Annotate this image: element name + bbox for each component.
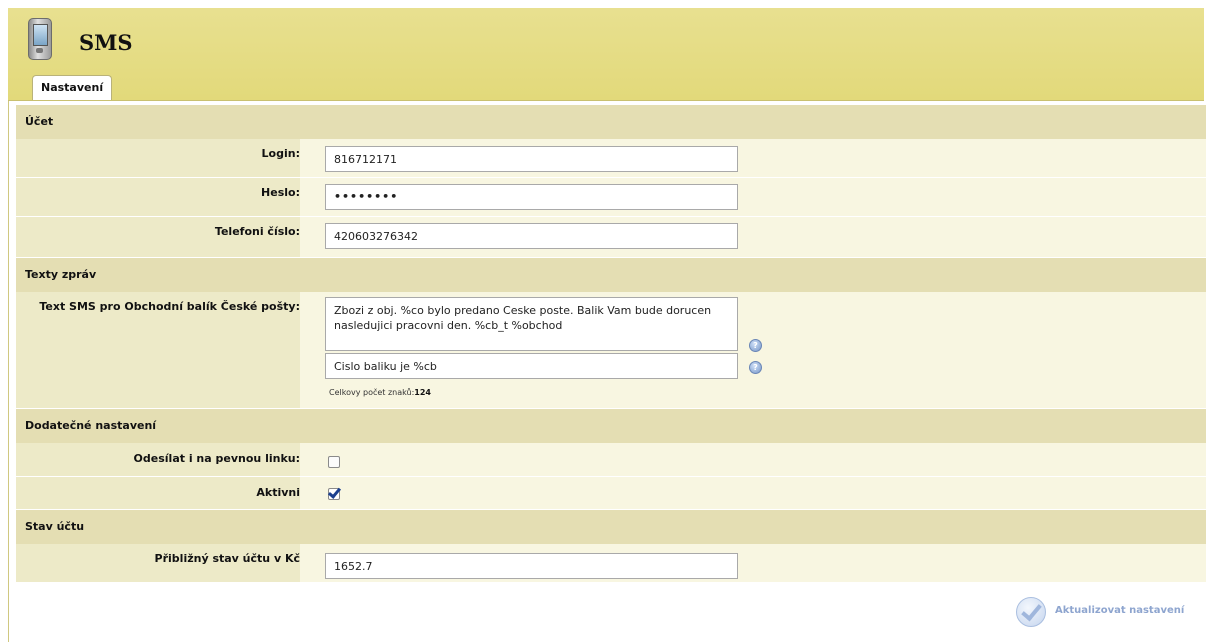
- section-additional-header: Dodatečné nastavení: [16, 409, 1206, 443]
- char-counter: Celkovy počet znaků:124: [329, 388, 431, 397]
- phone-label: Telefoni číslo:: [214, 225, 300, 238]
- sms-suffix-input[interactable]: [325, 353, 738, 379]
- update-settings-label: Aktualizovat nastavení: [1055, 605, 1185, 616]
- sms-text-label: Text SMS pro Obchodní balík České pošty:: [39, 300, 300, 313]
- login-label: Login:: [261, 147, 300, 160]
- tab-settings[interactable]: Nastavení: [32, 75, 113, 100]
- phone-icon: [28, 18, 52, 60]
- login-input[interactable]: [325, 146, 738, 172]
- active-row: Aktivni: [16, 477, 1206, 510]
- balance-row: Přibližný stav účtu v Kč: [16, 544, 1206, 583]
- section-account-header: Účet: [16, 105, 1206, 139]
- update-settings-button[interactable]: Aktualizovat nastavení: [1016, 597, 1202, 627]
- password-input[interactable]: ••••••••: [325, 184, 738, 210]
- section-balance-header: Stav účtu: [16, 510, 1206, 544]
- password-label: Heslo:: [261, 186, 300, 199]
- active-label: Aktivni: [256, 486, 300, 499]
- page-header: SMS Nastavení: [8, 8, 1204, 101]
- login-row: Login:: [16, 139, 1206, 178]
- sms-text-row: Text SMS pro Obchodní balík České pošty:…: [16, 292, 1206, 409]
- page-title: SMS: [79, 30, 133, 55]
- landline-row: Odesílat i na pevnou linku:: [16, 443, 1206, 477]
- active-checkbox[interactable]: [328, 488, 340, 500]
- check-icon: [1016, 597, 1046, 627]
- help-icon[interactable]: ?: [749, 361, 762, 374]
- sms-text-area[interactable]: Zbozi z obj. %co bylo predano Ceske post…: [325, 297, 738, 351]
- phone-input[interactable]: [325, 223, 738, 249]
- section-messages-header: Texty zpráv: [16, 258, 1206, 292]
- landline-checkbox[interactable]: [328, 456, 340, 468]
- phone-row: Telefoni číslo:: [16, 217, 1206, 258]
- landline-label: Odesílat i na pevnou linku:: [133, 452, 300, 465]
- char-counter-value: 124: [414, 388, 431, 397]
- password-row: Heslo: ••••••••: [16, 178, 1206, 217]
- help-icon[interactable]: ?: [749, 339, 762, 352]
- balance-input[interactable]: [325, 553, 738, 579]
- balance-label: Přibližný stav účtu v Kč: [154, 552, 300, 565]
